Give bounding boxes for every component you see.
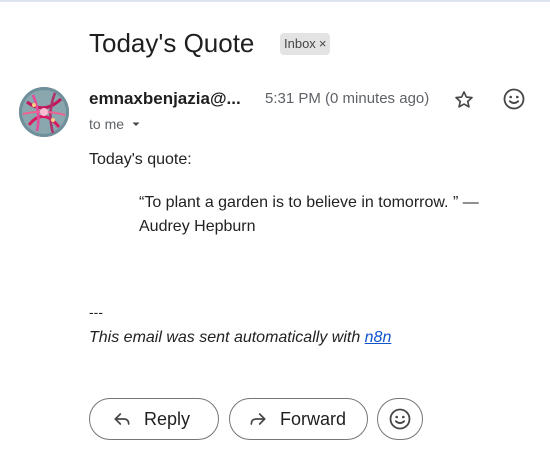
reply-button[interactable]: Reply xyxy=(89,398,219,440)
email-quote: “To plant a garden is to believe in tomo… xyxy=(139,194,479,235)
email-timestamp: 5:31 PM (0 minutes ago) xyxy=(265,90,430,107)
react-button[interactable] xyxy=(377,398,423,440)
top-border xyxy=(0,0,550,2)
forward-button[interactable]: Forward xyxy=(229,398,368,440)
star-icon xyxy=(455,91,473,108)
remove-label-icon[interactable]: × xyxy=(319,33,327,55)
email-body-greeting: Today's quote: xyxy=(89,151,192,168)
email-subject: Today's Quote xyxy=(89,28,255,58)
star-button[interactable] xyxy=(450,86,478,114)
recipient-details-toggle[interactable]: to me xyxy=(89,116,142,132)
n8n-link[interactable]: n8n xyxy=(365,329,392,346)
sender-avatar[interactable] xyxy=(19,87,69,137)
reply-label: Reply xyxy=(144,408,191,429)
recipient-label: to me xyxy=(89,116,125,132)
chevron-down-icon xyxy=(132,122,140,126)
forward-arrow-icon xyxy=(250,413,266,425)
reply-arrow-icon xyxy=(114,413,130,425)
forward-label: Forward xyxy=(280,408,347,429)
add-reaction-button[interactable] xyxy=(500,85,528,113)
signature-separator: --- xyxy=(89,304,103,320)
signature-text: This email was sent automatically with xyxy=(89,329,365,346)
inbox-label-chip[interactable]: Inbox × xyxy=(280,33,331,55)
emoji-icon xyxy=(503,88,525,110)
label-text: Inbox xyxy=(284,36,316,51)
sender-name[interactable]: emnaxbenjazia@... xyxy=(89,89,241,109)
signature-line: This email was sent automatically with n… xyxy=(89,329,391,347)
emoji-icon xyxy=(389,408,411,430)
